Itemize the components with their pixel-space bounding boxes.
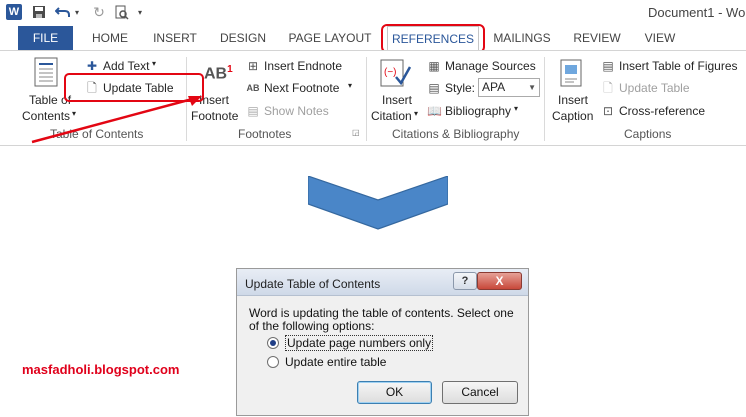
option-page-numbers-only[interactable]: Update page numbers only <box>267 335 434 351</box>
tab-mailings[interactable]: MAILINGS <box>489 26 555 50</box>
insert-citation-button-line2[interactable]: Citation <box>371 109 412 123</box>
help-button[interactable]: ? <box>453 272 477 290</box>
chevron-down-icon: ▼ <box>528 83 536 92</box>
cross-reference-button[interactable]: Cross-reference <box>619 104 705 118</box>
next-footnote-dropdown-icon[interactable]: ▾ <box>348 81 352 90</box>
footnotes-dialog-launcher-icon[interactable]: ◲ <box>352 128 360 137</box>
word-logo-icon[interactable]: W <box>6 4 22 20</box>
insert-endnote-button[interactable]: Insert Endnote <box>264 59 342 73</box>
print-preview-icon[interactable] <box>113 3 131 21</box>
red-pointer-arrow-icon <box>31 96 202 144</box>
close-button[interactable]: X <box>477 272 522 290</box>
dialog-message: Word is updating the table of contents. … <box>249 306 514 333</box>
undo-dropdown-icon[interactable]: ▾ <box>72 3 82 21</box>
ok-button[interactable]: OK <box>357 381 432 404</box>
tab-design[interactable]: DESIGN <box>214 26 272 50</box>
insert-citation-button-line1[interactable]: Insert <box>382 93 412 107</box>
save-icon[interactable] <box>30 3 48 21</box>
citations-group-label: Citations & Bibliography <box>392 127 520 141</box>
style-select[interactable]: APA ▼ <box>478 78 540 97</box>
add-text-button[interactable]: Add Text <box>103 59 149 73</box>
show-notes-icon: ▤ <box>247 104 259 118</box>
next-footnote-icon[interactable]: AB <box>246 81 260 95</box>
bibliography-dropdown-icon[interactable]: ▾ <box>514 104 518 113</box>
insert-caption-icon[interactable] <box>560 59 590 91</box>
tab-home[interactable]: HOME <box>84 26 136 50</box>
insert-endnote-icon[interactable]: ⊞ <box>246 59 260 73</box>
manage-sources-icon[interactable]: ▦ <box>427 59 441 73</box>
svg-text:(−): (−) <box>384 67 397 78</box>
update-table-figures-icon: 🗋 <box>603 81 613 95</box>
cancel-button[interactable]: Cancel <box>442 381 518 404</box>
cross-reference-icon[interactable]: ⊡ <box>601 104 615 118</box>
insert-caption-button-line1[interactable]: Insert <box>558 93 588 107</box>
separator <box>366 57 367 141</box>
bibliography-button[interactable]: Bibliography <box>445 104 511 118</box>
footnote-superscript: 1 <box>227 64 233 75</box>
insert-citation-dropdown-icon[interactable]: ▾ <box>414 109 418 118</box>
tab-review[interactable]: REVIEW <box>569 26 625 50</box>
references-highlight-box <box>381 24 485 53</box>
update-toc-dialog: Update Table of Contents ? X Word is upd… <box>236 268 529 416</box>
tab-view[interactable]: VIEW <box>637 26 683 50</box>
insert-table-of-figures-button[interactable]: Insert Table of Figures <box>619 59 738 73</box>
dialog-titlebar[interactable]: Update Table of Contents ? X <box>237 269 528 296</box>
radio-page-numbers-only[interactable] <box>267 337 279 349</box>
redo-icon[interactable]: ↻ <box>90 3 108 21</box>
dialog-title: Update Table of Contents <box>245 277 381 291</box>
manage-sources-button[interactable]: Manage Sources <box>445 59 536 73</box>
insert-citation-icon[interactable]: (−) <box>380 57 412 89</box>
option-label: Update page numbers only <box>285 335 434 351</box>
tab-page-layout[interactable]: PAGE LAYOUT <box>284 26 376 50</box>
style-icon: ▤ <box>428 81 440 95</box>
customize-qa-icon[interactable]: ▾ <box>135 3 145 21</box>
undo-icon[interactable] <box>54 3 72 21</box>
table-of-contents-icon[interactable] <box>34 57 64 89</box>
add-text-icon[interactable]: ✚ <box>85 59 99 73</box>
style-select-value: APA <box>482 80 506 94</box>
add-text-dropdown-icon[interactable]: ▾ <box>152 59 156 68</box>
captions-group-label: Captions <box>624 127 672 141</box>
table-of-figures-icon[interactable]: ▤ <box>601 59 615 73</box>
ab-glyph: AB <box>204 65 228 83</box>
tab-insert[interactable]: INSERT <box>146 26 204 50</box>
insert-footnote-icon[interactable]: AB1 <box>204 64 233 83</box>
watermark-text: masfadholi.blogspot.com <box>22 362 180 377</box>
title-bar: W ▾ ↻ ▾ Document1 - Word <box>0 0 746 26</box>
show-notes-button: Show Notes <box>264 104 329 118</box>
update-table-figures-button: Update Table <box>619 81 690 95</box>
bibliography-icon[interactable]: 📖 <box>427 104 442 118</box>
insert-caption-button-line2[interactable]: Caption <box>552 109 593 123</box>
option-label: Update entire table <box>285 355 387 369</box>
style-label: Style: <box>445 81 476 95</box>
tab-file[interactable]: FILE <box>18 26 73 50</box>
next-footnote-button[interactable]: Next Footnote <box>264 81 339 95</box>
down-chevron-arrow-icon <box>308 176 448 230</box>
radio-entire-table[interactable] <box>267 356 279 368</box>
option-entire-table[interactable]: Update entire table <box>267 354 386 370</box>
ribbon-tabs: FILE HOME INSERT DESIGN PAGE LAYOUT REFE… <box>0 26 746 50</box>
footnotes-group-label: Footnotes <box>238 127 292 141</box>
separator <box>544 57 545 141</box>
document-title: Document1 - Word <box>648 5 746 20</box>
